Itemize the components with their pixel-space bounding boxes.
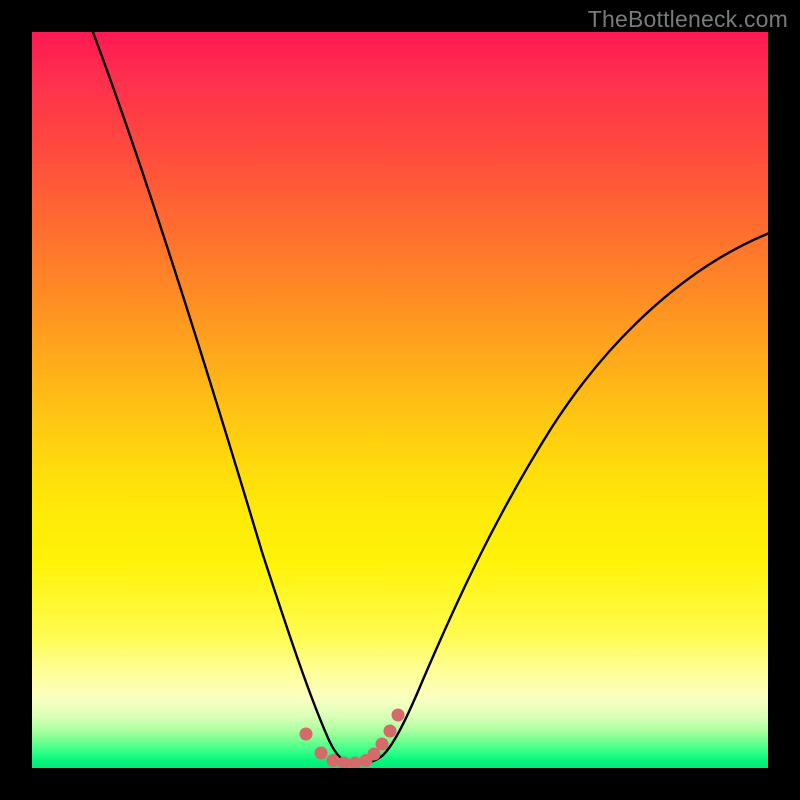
chart-frame: TheBottleneck.com [0,0,800,800]
marker-dot [327,754,340,767]
marker-dot [300,728,313,741]
marker-dot [315,747,328,760]
watermark-text: TheBottleneck.com [588,6,788,33]
curve-layer [32,32,768,768]
marker-dot [392,709,405,722]
marker-dot [384,725,397,738]
marker-dot [376,738,389,751]
plot-area [32,32,768,768]
bottleneck-curve [91,32,768,763]
marker-dot [349,757,362,769]
marker-group [300,709,405,769]
